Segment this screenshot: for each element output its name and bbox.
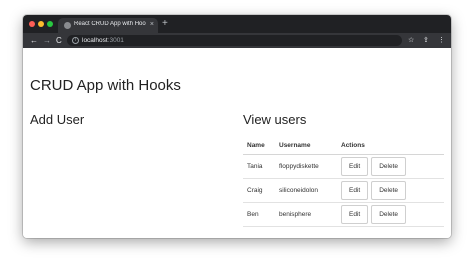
user-name-cell: Ben [243,202,275,227]
view-users-heading: View users [243,112,307,127]
user-actions-cell: Edit Delete [337,202,444,227]
user-actions-cell: Edit Delete [337,154,444,179]
delete-button[interactable]: Delete [371,181,406,200]
forward-icon[interactable]: → [43,35,51,46]
globe-icon [64,22,71,29]
edit-button[interactable]: Edit [341,157,369,176]
browser-window: React CRUD App with Hooks × + ← → C i lo… [23,15,451,238]
column-header-actions: Actions [337,137,444,155]
browser-tab[interactable]: React CRUD App with Hooks × [58,18,158,33]
column-header-name: Name [243,137,275,155]
user-username-cell: siliconeidolon [275,178,337,203]
close-window-button[interactable] [29,21,35,27]
address-bar[interactable]: i localhost:3001 [67,35,402,46]
url-text: localhost:3001 [82,36,124,45]
add-user-heading: Add User [30,112,85,127]
column-header-username: Username [275,137,337,155]
users-table: Name Username Actions Tania floppydisket… [243,137,444,227]
edit-button[interactable]: Edit [341,181,369,200]
delete-button[interactable]: Delete [371,205,406,224]
back-icon[interactable]: ← [30,35,38,46]
table-row: Ben benisphere Edit Delete [243,202,444,227]
browser-toolbar: ← → C i localhost:3001 ☆ ⇪ ⋮ [23,33,451,48]
browser-titlebar: React CRUD App with Hooks × + [23,15,451,33]
page-content: CRUD App with Hooks Add User View users … [23,48,451,238]
url-host: localhost [82,37,108,44]
table-row: Tania floppydiskette Edit Delete [243,154,444,179]
user-username-cell: floppydiskette [275,154,337,179]
extension-icon[interactable]: ⇪ [423,36,429,45]
page-title: CRUD App with Hooks [30,77,181,94]
star-icon[interactable]: ☆ [408,36,414,45]
table-row: Craig siliconeidolon Edit Delete [243,178,444,203]
user-username-cell: benisphere [275,202,337,227]
user-name-cell: Tania [243,154,275,179]
maximize-window-button[interactable] [47,21,53,27]
delete-button[interactable]: Delete [371,157,406,176]
url-port: :3001 [107,37,124,44]
reload-icon[interactable]: C [56,35,62,46]
new-tab-button[interactable]: + [162,18,168,30]
table-header-row: Name Username Actions [243,137,444,155]
close-icon[interactable]: × [150,20,154,30]
edit-button[interactable]: Edit [341,205,369,224]
info-icon[interactable]: i [72,37,79,44]
minimize-window-button[interactable] [38,21,44,27]
user-actions-cell: Edit Delete [337,178,444,203]
tab-title: React CRUD App with Hooks [74,21,146,27]
user-name-cell: Craig [243,178,275,203]
menu-icon[interactable]: ⋮ [438,36,445,45]
